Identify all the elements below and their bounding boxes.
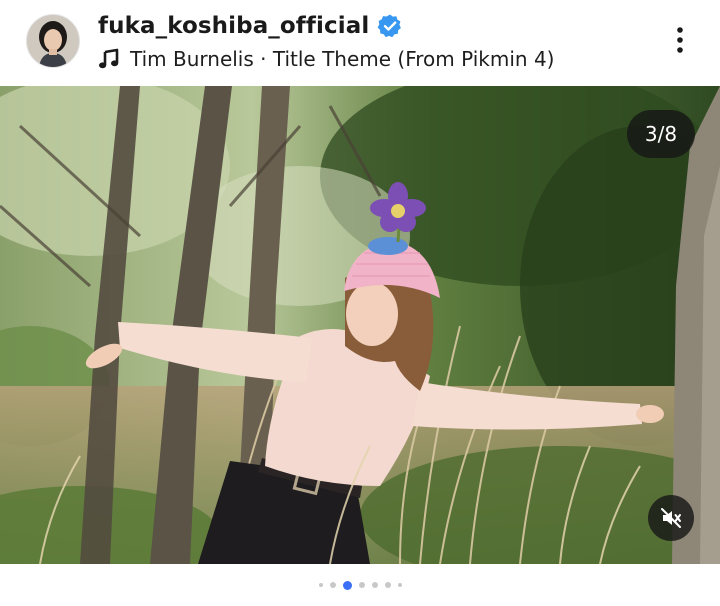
image-counter-badge: 3/8 xyxy=(627,110,695,158)
avatar[interactable] xyxy=(26,14,80,68)
audio-row[interactable]: Tim Burnelis · Title Theme (From Pikmin … xyxy=(98,44,554,74)
music-note-icon xyxy=(99,48,119,69)
more-vertical-icon xyxy=(677,27,683,53)
more-options-button[interactable] xyxy=(660,20,700,60)
carousel-dot xyxy=(384,582,391,588)
username-row: fuka_koshiba_official xyxy=(98,10,403,42)
carousel-dot xyxy=(329,582,336,588)
photo-illustration xyxy=(0,86,720,564)
carousel-dots xyxy=(0,564,720,606)
mute-audio-button[interactable] xyxy=(648,495,694,541)
post-photo[interactable] xyxy=(0,86,720,564)
verified-badge-icon xyxy=(377,14,402,38)
carousel-dot xyxy=(371,582,378,588)
carousel-dot-active xyxy=(342,580,352,590)
carousel-dot xyxy=(358,582,365,588)
post-header: fuka_koshiba_official Tim Burnelis · Tit… xyxy=(0,0,720,86)
speaker-muted-icon xyxy=(661,508,681,528)
audio-track-label: Tim Burnelis · Title Theme (From Pikmin … xyxy=(130,47,555,71)
carousel-dot xyxy=(397,583,402,587)
username[interactable]: fuka_koshiba_official xyxy=(98,13,369,39)
avatar-image xyxy=(27,15,79,67)
instagram-post: fuka_koshiba_official Tim Burnelis · Tit… xyxy=(0,0,720,606)
carousel-dot xyxy=(318,583,323,587)
